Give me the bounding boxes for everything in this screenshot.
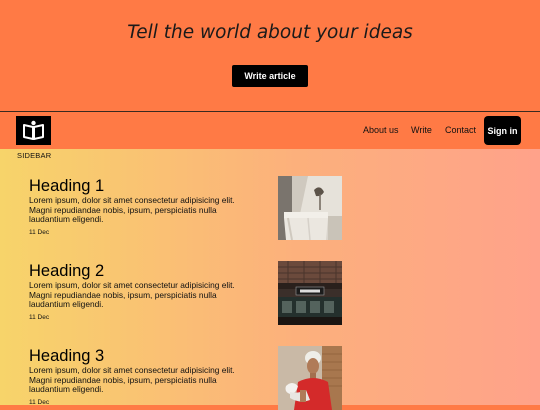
article-image[interactable] <box>278 346 342 410</box>
article-date: 11 Dec <box>29 228 50 236</box>
article-body: Lorem ipsum, dolor sit amet consectetur … <box>29 365 235 395</box>
article-date: 11 Dec <box>29 313 50 321</box>
main-content: SIDEBAR Heading 1 Lorem ipsum, dolor sit… <box>0 149 540 410</box>
nav-contact[interactable]: Contact <box>445 125 476 135</box>
sign-in-button[interactable]: Sign in <box>484 116 521 145</box>
nav-about-us[interactable]: About us <box>363 125 399 135</box>
room-photo <box>278 176 342 240</box>
article-image[interactable] <box>278 176 342 240</box>
write-article-button[interactable]: Write article <box>232 65 308 87</box>
navbar: About us Write Contact Sign in <box>0 111 540 150</box>
article-heading[interactable]: Heading 1 <box>29 177 279 195</box>
article-heading[interactable]: Heading 3 <box>29 347 279 365</box>
hero-section: Tell the world about your ideas Write ar… <box>0 0 540 111</box>
article-image[interactable] <box>278 261 342 325</box>
open-book-icon <box>21 120 46 141</box>
portrait-photo <box>278 346 342 410</box>
subway-photo <box>278 261 342 325</box>
article-card[interactable]: Heading 2 Lorem ipsum, dolor sit amet co… <box>29 262 279 321</box>
hero-title: Tell the world about your ideas <box>127 22 413 43</box>
nav-write[interactable]: Write <box>411 125 432 135</box>
article-body: Lorem ipsum, dolor sit amet consectetur … <box>29 195 235 225</box>
sidebar-label: SIDEBAR <box>17 151 52 160</box>
article-card[interactable]: Heading 1 Lorem ipsum, dolor sit amet co… <box>29 177 279 236</box>
logo[interactable] <box>16 116 51 145</box>
article-body: Lorem ipsum, dolor sit amet consectetur … <box>29 280 235 310</box>
article-card[interactable]: Heading 3 Lorem ipsum, dolor sit amet co… <box>29 347 279 406</box>
article-heading[interactable]: Heading 2 <box>29 262 279 280</box>
